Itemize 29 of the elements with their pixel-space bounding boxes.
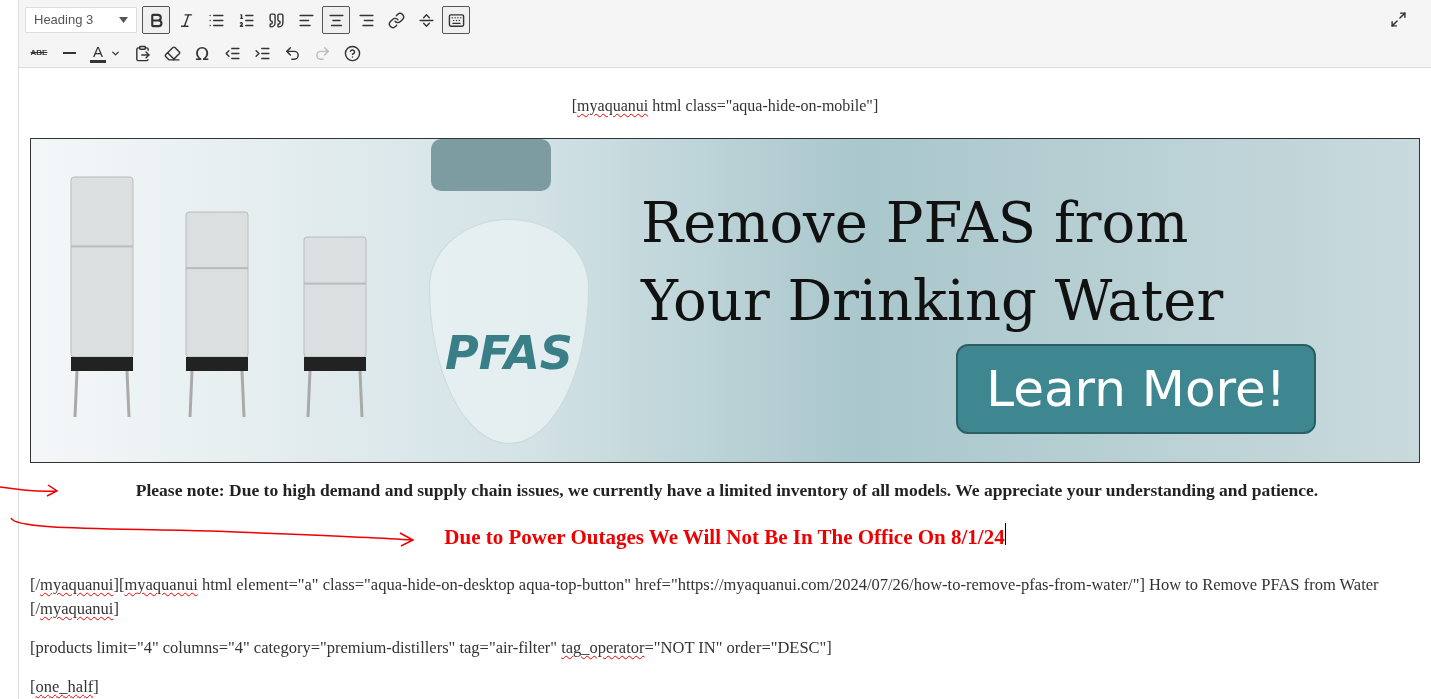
shortcode-text: [one_half]: [30, 676, 100, 698]
alert-heading: Due to Power Outages We Will Not Be In The Office On 8/1/24: [444, 523, 1005, 551]
shortcode-text: [products limit="4" columns="4" category="premium-distillers" tag="air-filter" tag_operator="NOT IN" order="DESC"]: [30, 637, 833, 659]
fullscreen-icon[interactable]: [1390, 11, 1407, 28]
text-color-button[interactable]: A: [85, 39, 126, 67]
banner-headline: Remove PFAS from Your Drinking Water: [641, 189, 1225, 336]
shortcode-text: [/myaquanui][myaquanui html element="a" class="aqua-hide-on-desktop aqua-top-button" href="https://myaquanui.com/2024/07/26/how-to-remove-pfas-from-water/"] How to Remove PFAS from Water [/myaquanui]: [30, 574, 1380, 620]
bold-button[interactable]: [142, 6, 170, 34]
numbered-list-icon: [237, 11, 255, 29]
shortcode-text: [myaquanui html class="aqua-hide-on-mobile"]: [570, 96, 880, 117]
special-character-button[interactable]: Ω: [188, 39, 216, 67]
help-icon: [343, 44, 361, 62]
strikethrough-button[interactable]: ABE: [25, 39, 53, 67]
clipboard-icon: [133, 44, 151, 62]
keyboard-icon: [447, 11, 465, 29]
redo-icon: [313, 44, 331, 62]
link-icon: [387, 11, 405, 29]
drop-label: PFAS: [445, 325, 573, 383]
undo-icon: [283, 44, 301, 62]
toolbar-toggle-button[interactable]: [442, 6, 470, 34]
notice-text: Please note: Due to high demand and supply chain issues, we currently have a limited inventory of all models. We appreciate your understanding and patience.: [134, 479, 1320, 503]
read-more-icon: [417, 11, 435, 29]
text-cursor: [1004, 522, 1006, 545]
quote-icon: [267, 11, 285, 29]
eraser-icon: [163, 44, 181, 62]
dropdown-arrow-icon: [119, 17, 128, 23]
horizontal-line-icon: [62, 52, 76, 54]
format-select[interactable]: Heading 3: [25, 7, 137, 33]
align-center-button[interactable]: [322, 6, 350, 34]
